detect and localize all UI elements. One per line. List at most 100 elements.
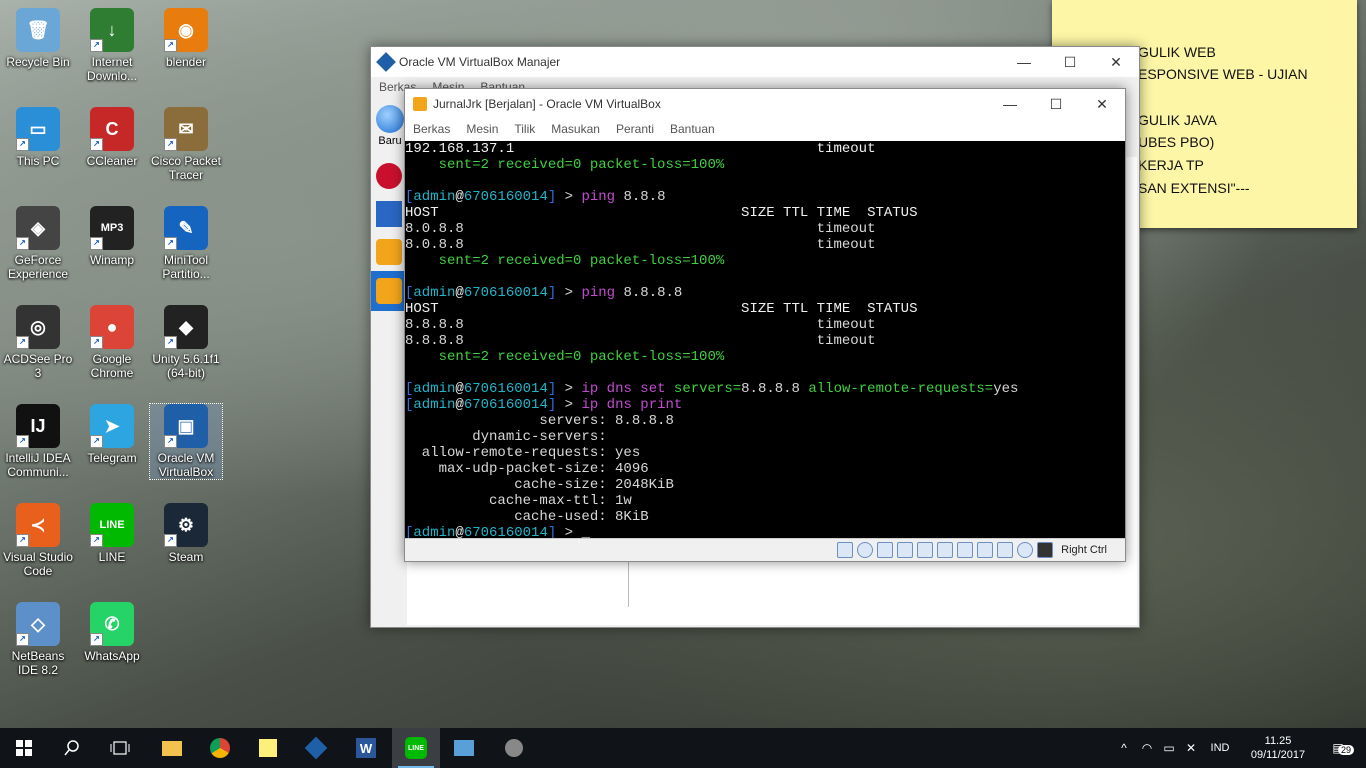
task-view-button[interactable] bbox=[96, 728, 144, 768]
clock-date: 09/11/2017 bbox=[1250, 749, 1306, 761]
desktop-icon[interactable]: ≺ ↗ Visual Studio Code bbox=[2, 503, 74, 578]
language-indicator[interactable]: IND bbox=[1202, 742, 1238, 754]
desktop-icon[interactable]: ✆ ↗ WhatsApp bbox=[76, 602, 148, 663]
search-icon bbox=[64, 740, 79, 756]
desktop-icon[interactable]: ◎ ↗ ACDSee Pro 3 bbox=[2, 305, 74, 380]
network-icon[interactable] bbox=[897, 542, 914, 558]
shortcut-arrow-icon: ↗ bbox=[90, 435, 103, 448]
vm-list-item-selected[interactable] bbox=[371, 271, 407, 311]
menu-masukan[interactable]: Masukan bbox=[543, 122, 608, 136]
desktop-icon[interactable]: C ↗ CCleaner bbox=[76, 107, 148, 168]
desktop-icon[interactable]: ✉ ↗ Cisco Packet Tracer bbox=[150, 107, 222, 182]
desktop-icon[interactable]: MP3 ↗ Winamp bbox=[76, 206, 148, 267]
battery-icon[interactable]: ▭ bbox=[1158, 741, 1180, 755]
mouse-integration-icon[interactable] bbox=[1017, 542, 1034, 558]
close-button[interactable]: ✕ bbox=[1079, 89, 1125, 119]
desktop-icon[interactable]: ✎ ↗ MiniTool Partitio... bbox=[150, 206, 222, 281]
app-glyph: ➤ bbox=[104, 416, 120, 436]
maximize-button[interactable]: ☐ bbox=[1033, 89, 1079, 119]
desktop-icon[interactable]: ◉ ↗ blender bbox=[150, 8, 222, 69]
menu-peranti[interactable]: Peranti bbox=[608, 122, 662, 136]
taskbar-virtualbox[interactable] bbox=[292, 728, 340, 768]
menu-berkas[interactable]: Berkas bbox=[405, 122, 458, 136]
clock[interactable]: 11.25 09/11/2017 bbox=[1238, 734, 1318, 762]
usb-icon[interactable] bbox=[917, 542, 934, 558]
maximize-button[interactable]: ☐ bbox=[1047, 47, 1093, 77]
desktop-icon[interactable]: ● ↗ Google Chrome bbox=[76, 305, 148, 380]
menu-bantuan[interactable]: Bantuan bbox=[662, 122, 723, 136]
minimize-button[interactable]: — bbox=[1001, 47, 1047, 77]
desktop-icon[interactable]: ◇ ↗ NetBeans IDE 8.2 bbox=[2, 602, 74, 677]
cpu-icon[interactable] bbox=[997, 542, 1014, 558]
desktop-icon[interactable]: 🗑 Recycle Bin bbox=[2, 8, 74, 69]
taskbar-chrome[interactable] bbox=[196, 728, 244, 768]
shortcut-arrow-icon: ↗ bbox=[16, 534, 29, 547]
desktop-icon[interactable]: ⚙ ↗ Steam bbox=[150, 503, 222, 564]
desktop-icon[interactable]: ◆ ↗ Unity 5.6.1f1 (64-bit) bbox=[150, 305, 222, 380]
manager-titlebar[interactable]: Oracle VM VirtualBox Manajer — ☐ ✕ bbox=[371, 47, 1139, 77]
optical-drive-icon[interactable] bbox=[857, 542, 874, 558]
sticky-line: GULIK JAVA bbox=[1138, 112, 1217, 128]
terminal-line: dynamic-servers: bbox=[405, 429, 616, 445]
vm-list-item[interactable] bbox=[371, 157, 407, 195]
display-icon[interactable] bbox=[957, 542, 974, 558]
vm-titlebar[interactable]: JurnalJrk [Berjalan] - Oracle VM Virtual… bbox=[405, 89, 1125, 119]
prompt-host: 6706160014 bbox=[463, 285, 548, 301]
close-button[interactable]: ✕ bbox=[1093, 47, 1139, 77]
vm-list-item[interactable] bbox=[371, 233, 407, 271]
command: ping bbox=[581, 189, 616, 205]
taskbar-line[interactable]: LINE bbox=[392, 728, 440, 768]
desktop-icon[interactable]: IJ ↗ IntelliJ IDEA Communi... bbox=[2, 404, 74, 479]
desktop-icon[interactable]: ◈ ↗ GeForce Experience bbox=[2, 206, 74, 281]
taskbar-control-panel[interactable] bbox=[440, 728, 488, 768]
start-button[interactable] bbox=[0, 728, 48, 768]
desktop-icon-label: blender bbox=[165, 55, 207, 69]
desktop-icon[interactable]: ↓ ↗ Internet Downlo... bbox=[76, 8, 148, 83]
terminal-screen[interactable]: 192.168.137.1 timeout sent=2 received=0 … bbox=[405, 141, 1125, 539]
video-capture-icon[interactable] bbox=[977, 542, 994, 558]
app-glyph: ◎ bbox=[30, 317, 46, 337]
shortcut-arrow-icon: ↗ bbox=[90, 534, 103, 547]
desktop-icon[interactable]: LINE ↗ LINE bbox=[76, 503, 148, 564]
search-button[interactable] bbox=[48, 728, 96, 768]
taskbar-word[interactable]: W bbox=[342, 728, 390, 768]
shared-folders-icon[interactable] bbox=[937, 542, 954, 558]
network-icon[interactable]: ◠ bbox=[1136, 741, 1158, 755]
keyboard-capture-icon[interactable] bbox=[1037, 542, 1054, 558]
prompt-user: admin bbox=[413, 397, 456, 413]
chevron-up-icon[interactable]: ^ bbox=[1112, 741, 1136, 755]
windows-xp-icon bbox=[376, 201, 402, 227]
app-glyph: ✎ bbox=[178, 218, 194, 238]
vm-list bbox=[371, 157, 407, 311]
volume-mute-icon[interactable]: ✕ bbox=[1180, 741, 1202, 755]
vm-window[interactable]: JurnalJrk [Berjalan] - Oracle VM Virtual… bbox=[404, 88, 1126, 562]
taskbar-sticky-notes[interactable] bbox=[244, 728, 292, 768]
terminal-line: cache-used: 8KiB bbox=[405, 509, 649, 525]
desktop-icon[interactable]: ▣ ↗ Oracle VM VirtualBox bbox=[149, 403, 223, 480]
desktop-icon-label: Unity 5.6.1f1 (64-bit) bbox=[152, 352, 220, 380]
app-icon: ✆ ↗ bbox=[90, 602, 134, 646]
menu-mesin[interactable]: Mesin bbox=[458, 122, 506, 136]
command: print bbox=[640, 397, 683, 413]
new-vm-button[interactable]: Baru bbox=[373, 105, 407, 147]
app-glyph: ⚙ bbox=[177, 515, 195, 535]
routeros-icon bbox=[376, 239, 402, 265]
terminal-line: allow-remote-requests: yes bbox=[405, 445, 641, 461]
taskbar-file-explorer[interactable] bbox=[148, 728, 196, 768]
vm-list-item[interactable] bbox=[371, 195, 407, 233]
sticky-line: UBES PBO) bbox=[1138, 134, 1215, 150]
desktop-icon-label: Oracle VM VirtualBox bbox=[157, 451, 215, 479]
desktop-icon[interactable]: ▭ ↗ This PC bbox=[2, 107, 74, 168]
action-center-button[interactable]: ▤ 29 bbox=[1318, 741, 1358, 755]
shortcut-arrow-icon: ↗ bbox=[164, 237, 177, 250]
vm-menubar: Berkas Mesin Tilik Masukan Peranti Bantu… bbox=[405, 119, 1125, 139]
minimize-button[interactable]: — bbox=[987, 89, 1033, 119]
desktop-icon[interactable]: ➤ ↗ Telegram bbox=[76, 404, 148, 465]
menu-tilik[interactable]: Tilik bbox=[506, 122, 543, 136]
storage-icon[interactable] bbox=[837, 542, 854, 558]
taskbar-acdsee[interactable] bbox=[490, 728, 538, 768]
taskbar: W LINE ^ ◠ ▭ ✕ IND 11.25 09/11/2017 ▤ 29 bbox=[0, 728, 1366, 768]
audio-icon[interactable] bbox=[877, 542, 894, 558]
app-glyph: 🗑 bbox=[26, 20, 50, 40]
